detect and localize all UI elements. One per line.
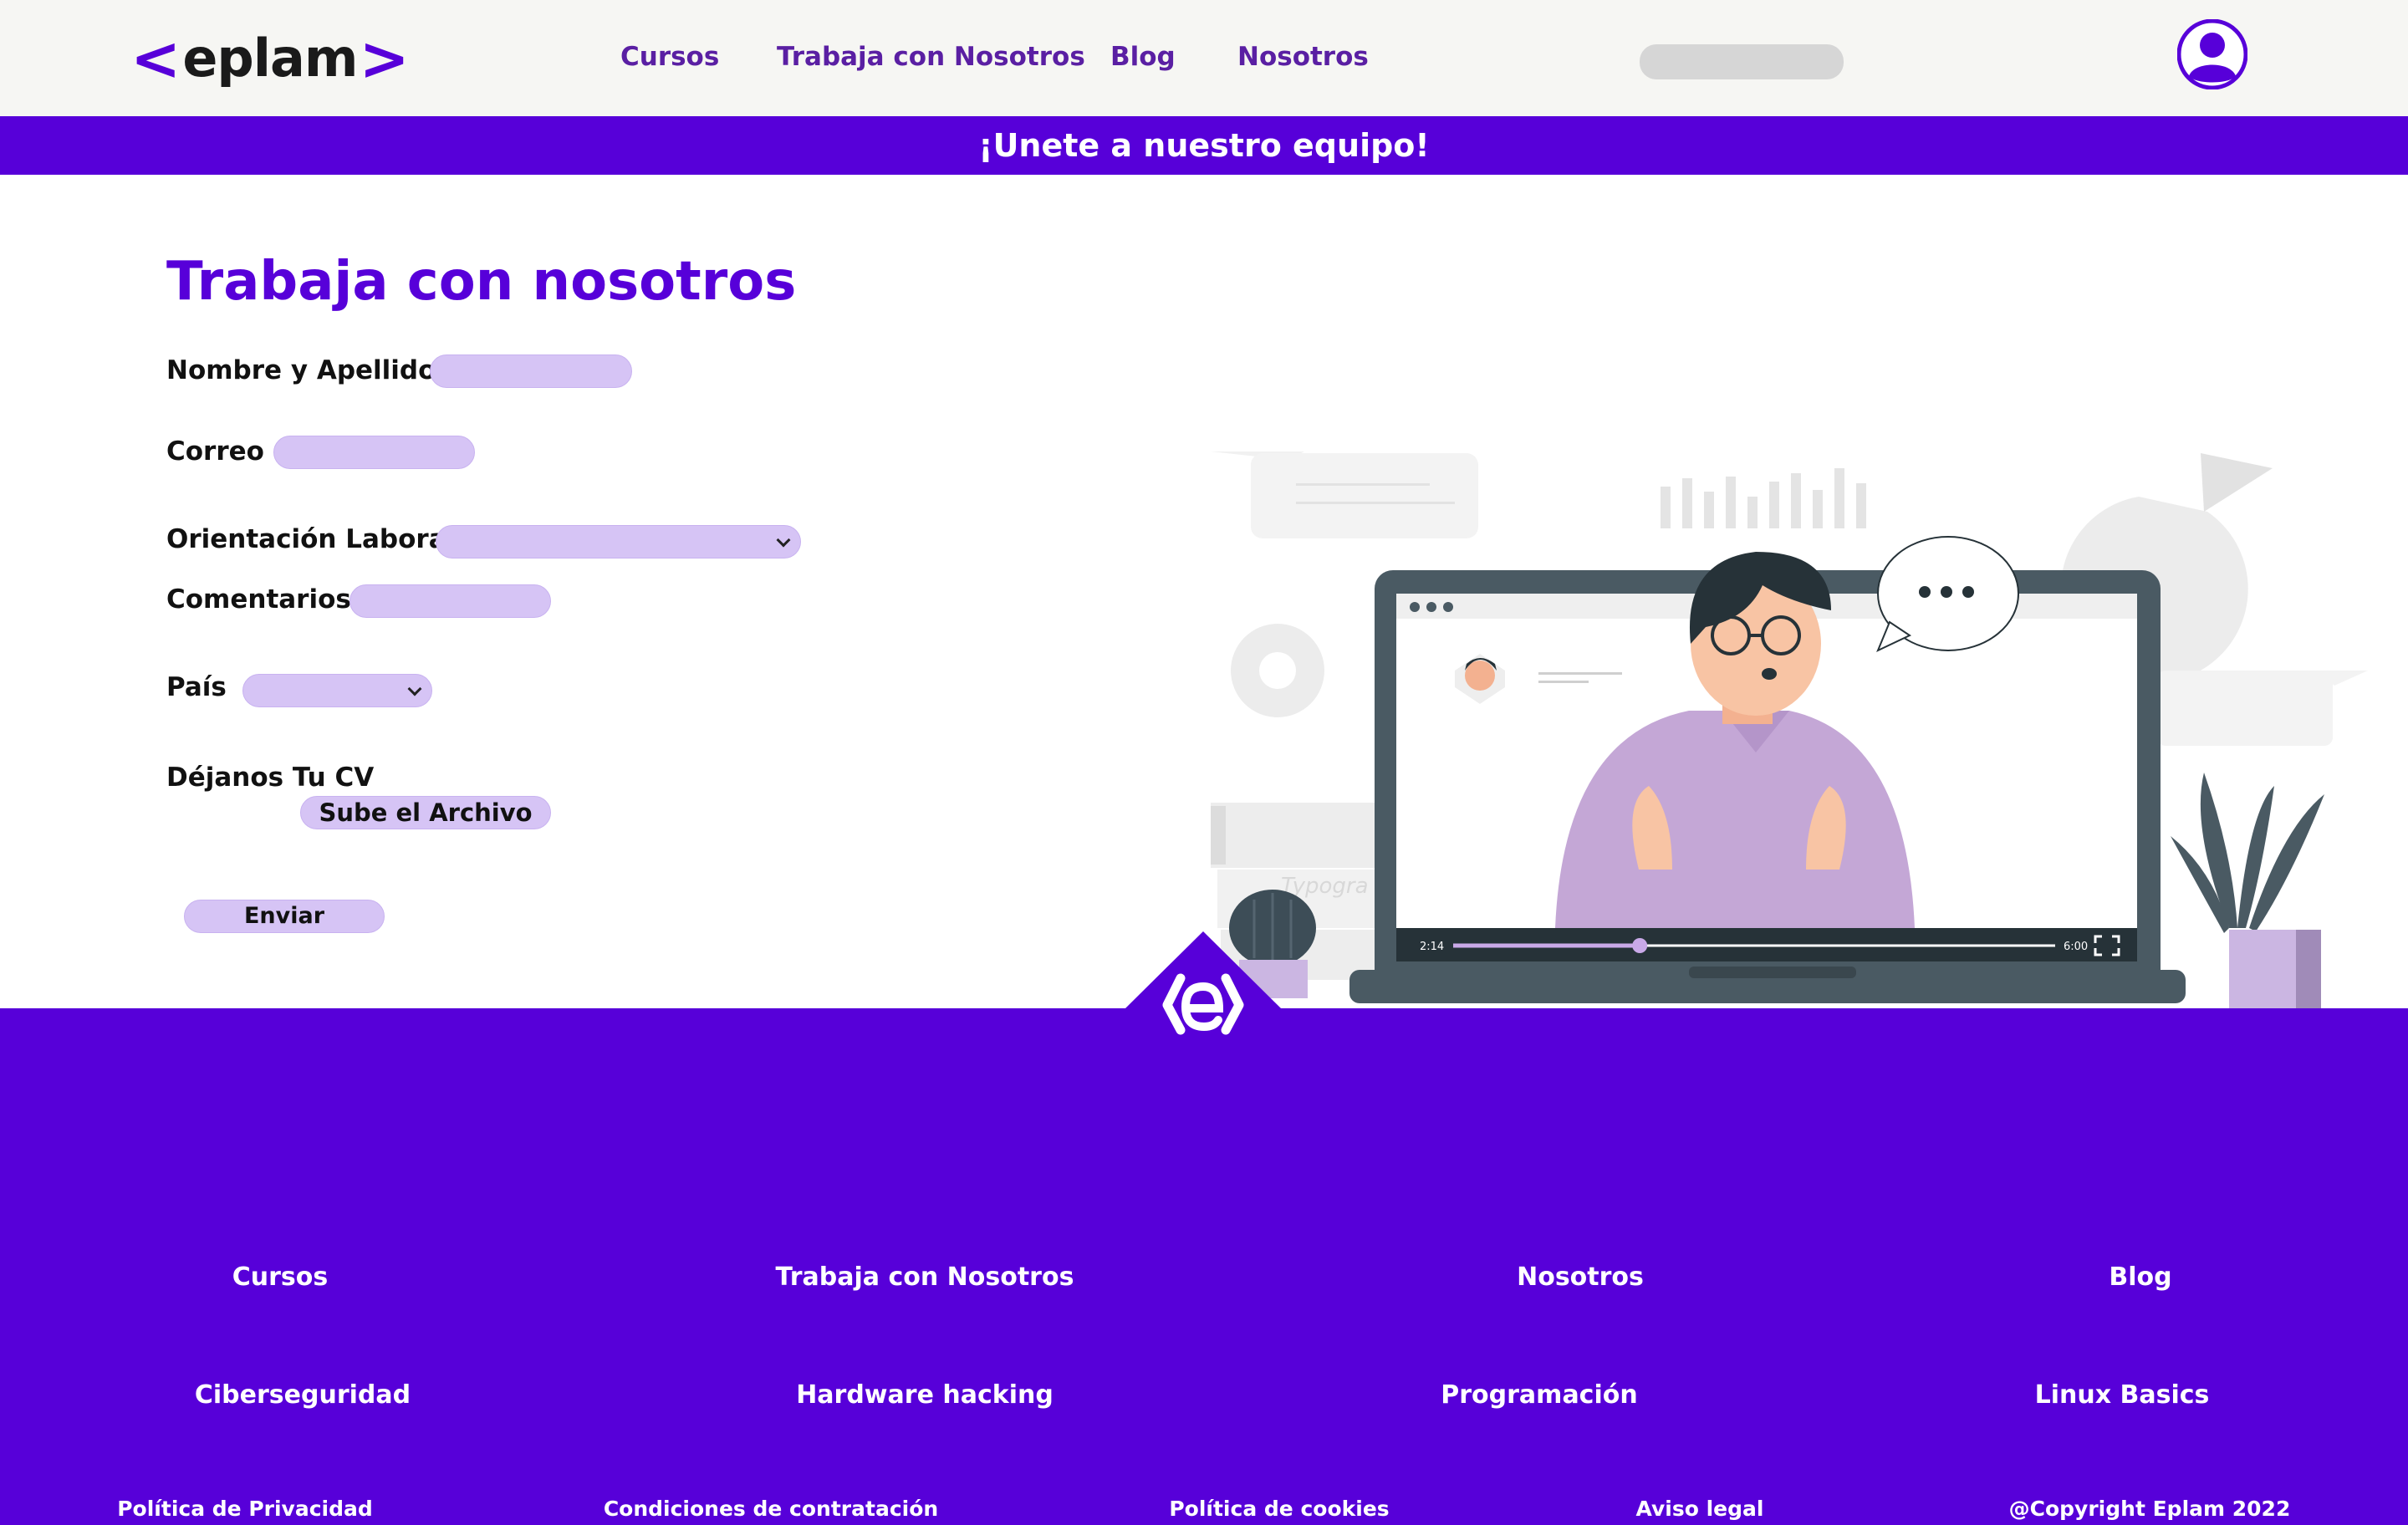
nav-blog[interactable]: Blog (1110, 42, 1176, 72)
name-input[interactable] (430, 354, 632, 388)
footer-copyright: @Copyright Eplam 2022 (2008, 1497, 2291, 1521)
country-label: País (166, 672, 227, 702)
footer-link-terms[interactable]: Condiciones de contratación (604, 1497, 938, 1521)
comments-input[interactable] (349, 584, 551, 618)
footer-link-legal[interactable]: Aviso legal (1636, 1497, 1764, 1521)
orientation-label: Orientación Laboral (166, 524, 456, 554)
logo-wordmark: eplam (182, 28, 358, 89)
eplam-e-badge-icon (1125, 931, 1281, 1035)
email-label: Correo (166, 436, 264, 467)
nav-nosotros[interactable]: Nosotros (1237, 42, 1369, 72)
footer-link-linux-basics[interactable]: Linux Basics (2035, 1380, 2210, 1410)
footer-link-hardware-hacking[interactable]: Hardware hacking (796, 1380, 1054, 1410)
user-avatar-icon[interactable] (2177, 19, 2247, 89)
video-call-illustration: Typogra 2:14 6:00 (1211, 451, 2368, 1012)
nav-cursos[interactable]: Cursos (620, 42, 719, 72)
video-progress-knob (1632, 938, 1648, 953)
speech-bubble (1876, 536, 2019, 653)
potted-plant (2171, 773, 2324, 1012)
email-input[interactable] (273, 436, 475, 469)
video-current-time: 2:14 (1420, 941, 1444, 953)
footer-link-trabaja[interactable]: Trabaja con Nosotros (776, 1262, 1074, 1292)
nav-trabaja-con-nosotros[interactable]: Trabaja con Nosotros (777, 42, 1085, 72)
top-header: < eplam > Cursos Trabaja con Nosotros Bl… (0, 0, 2408, 116)
header-search-input[interactable] (1640, 44, 1844, 79)
footer-link-blog[interactable]: Blog (2109, 1262, 2171, 1292)
join-team-banner: ¡Unete a nuestro equipo! (0, 116, 2408, 175)
footer-link-cursos[interactable]: Cursos (232, 1262, 329, 1292)
submit-button[interactable]: Enviar (184, 900, 385, 933)
country-select[interactable] (242, 674, 432, 707)
footer-link-privacy[interactable]: Política de Privacidad (117, 1497, 373, 1521)
page-title: Trabaja con nosotros (166, 251, 797, 313)
cv-label: Déjanos Tu CV (166, 762, 375, 793)
footer-link-programacion[interactable]: Programación (1441, 1380, 1637, 1410)
orientation-select[interactable] (436, 525, 801, 558)
site-footer: Cursos Trabaja con Nosotros Nosotros Blo… (0, 1008, 2408, 1525)
footer-link-ciberseguridad[interactable]: Ciberseguridad (195, 1380, 411, 1410)
upload-file-button[interactable]: Sube el Archivo (300, 796, 551, 829)
video-total-time: 6:00 (2064, 941, 2088, 953)
logo-right-bracket: > (359, 23, 410, 94)
name-label: Nombre y Apellidos (166, 355, 452, 385)
eplam-logo[interactable]: < eplam > (130, 28, 410, 89)
logo-left-bracket: < (130, 23, 181, 94)
footer-link-cookies[interactable]: Política de cookies (1169, 1497, 1389, 1521)
footer-link-nosotros[interactable]: Nosotros (1517, 1262, 1644, 1292)
comments-label: Comentarios (166, 584, 351, 615)
